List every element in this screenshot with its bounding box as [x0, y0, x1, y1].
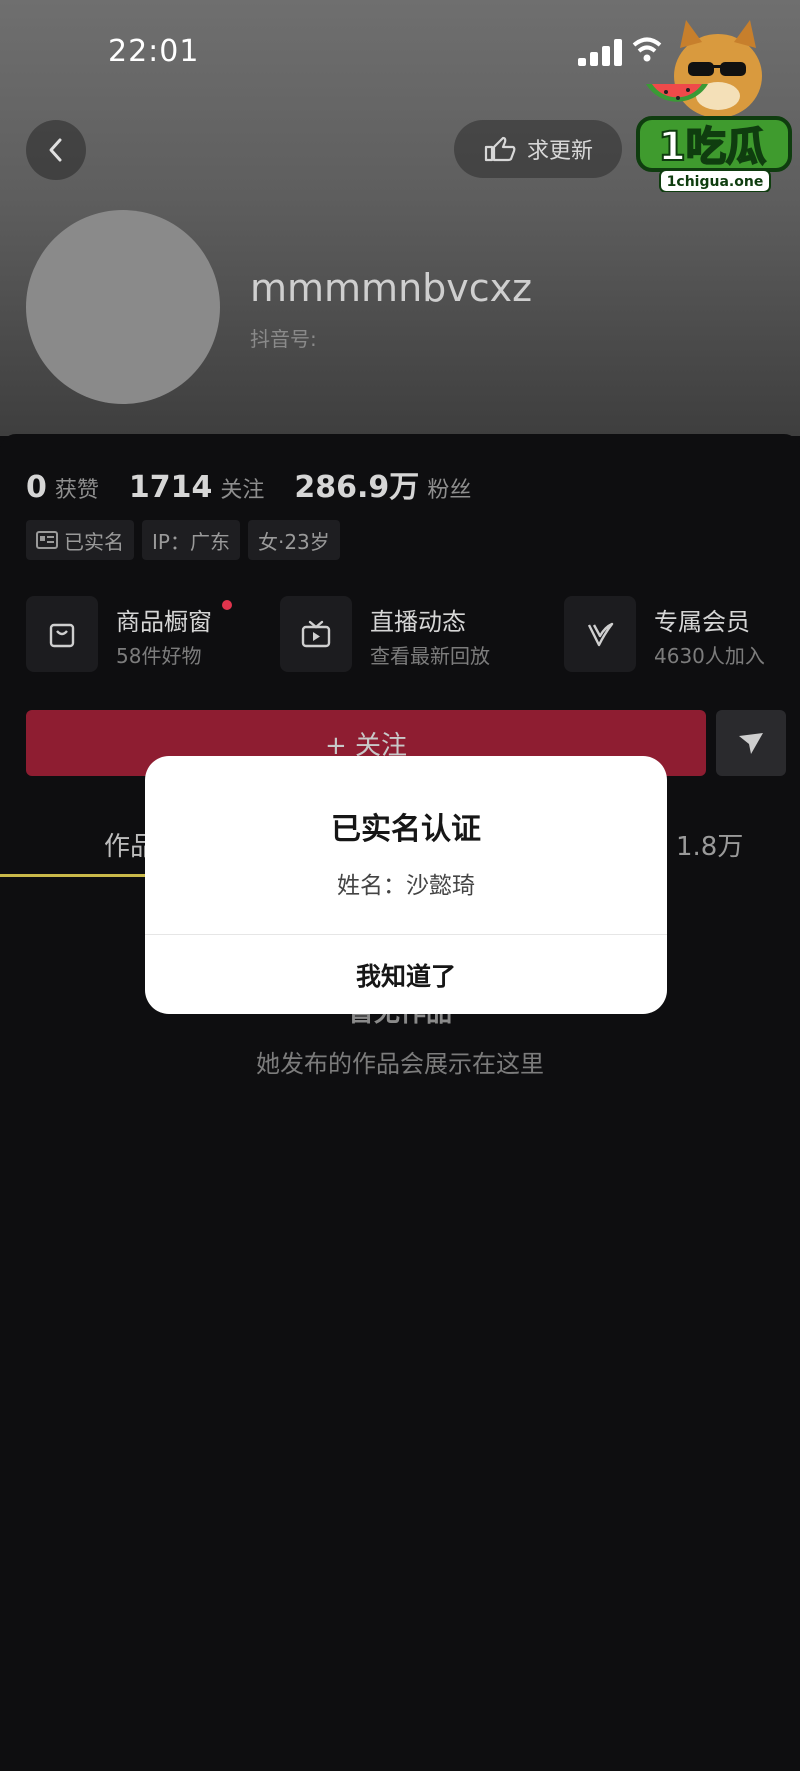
ip-location-label: IP：广东: [152, 529, 230, 554]
product-showcase-title: 商品橱窗: [116, 608, 212, 636]
shopping-bag-icon: [49, 623, 75, 648]
verified-tag-label: 已实名: [64, 529, 124, 554]
exclusive-membership-title: 专属会员: [654, 608, 750, 636]
v-logo-icon: [587, 622, 614, 647]
dialog-name-line: 姓名：沙懿琦: [337, 873, 475, 899]
profile-tags: 已实名 IP：广东 女·23岁: [26, 520, 340, 560]
back-button[interactable]: [26, 120, 86, 180]
likes-label: 获赞: [54, 478, 99, 503]
tv-play-icon: [301, 620, 331, 648]
username: mmmmnbvcxz: [250, 266, 533, 310]
product-showcase-entry[interactable]: 商品橱窗 58件好物: [26, 596, 246, 672]
feature-icon-box: [564, 596, 636, 672]
followers-label[interactable]: 粉丝: [427, 472, 471, 504]
profile-stats: 0 获赞 1714 关注 286.9万 粉丝: [26, 462, 493, 506]
feature-icon-box: [26, 596, 98, 672]
pointing-hand-icon: [484, 136, 516, 162]
chevron-left-icon: [49, 138, 62, 162]
live-updates-entry[interactable]: 直播动态 查看最新回放: [280, 596, 530, 672]
verified-tag[interactable]: 已实名: [26, 520, 134, 560]
feature-entries: 商品橱窗 58件好物 直播动态 查看最新回放 专属会员 4630人加入: [26, 596, 786, 672]
signal-icon: [578, 38, 622, 66]
verification-dialog: 已实名认证 姓名：沙懿琦 我知道了: [145, 756, 667, 1014]
notification-dot: [222, 600, 232, 610]
feature-icon-box: [280, 596, 352, 672]
tab-count[interactable]: 1.8万: [676, 826, 743, 863]
request-update-button[interactable]: 求更新: [454, 120, 622, 178]
followers-count[interactable]: 286.9万: [294, 462, 419, 506]
live-updates-subtitle: 查看最新回放: [370, 644, 490, 668]
status-bar-time: 22:01: [108, 34, 200, 69]
following-label[interactable]: 关注: [220, 472, 264, 504]
send-icon: [739, 733, 763, 754]
douyin-id-label: 抖音号:: [250, 327, 317, 351]
share-button[interactable]: [716, 710, 786, 776]
empty-state-subtitle: 她发布的作品会展示在这里: [256, 1050, 544, 1078]
live-updates-title: 直播动态: [370, 608, 466, 636]
watermark-brand: 1吃瓜: [658, 124, 766, 170]
dialog-title: 已实名认证: [331, 812, 481, 847]
exclusive-membership-entry[interactable]: 专属会员 4630人加入: [564, 596, 784, 672]
product-showcase-subtitle: 58件好物: [116, 644, 202, 668]
gender-age-label: 女·23岁: [257, 529, 330, 554]
id-card-icon: [36, 531, 58, 549]
likes-count: 0: [26, 470, 47, 505]
request-update-label: 求更新: [526, 139, 593, 164]
avatar[interactable]: [26, 210, 220, 404]
gender-age-tag: 女·23岁: [247, 520, 340, 560]
1chigua-watermark-logo: 1吃瓜 1chigua.one: [636, 20, 792, 192]
dialog-confirm-button[interactable]: 我知道了: [145, 935, 667, 1014]
exclusive-membership-subtitle: 4630人加入: [654, 644, 765, 668]
ip-location-tag: IP：广东: [142, 520, 240, 560]
following-count[interactable]: 1714: [129, 470, 213, 505]
watermark-domain: 1chigua.one: [667, 174, 764, 190]
